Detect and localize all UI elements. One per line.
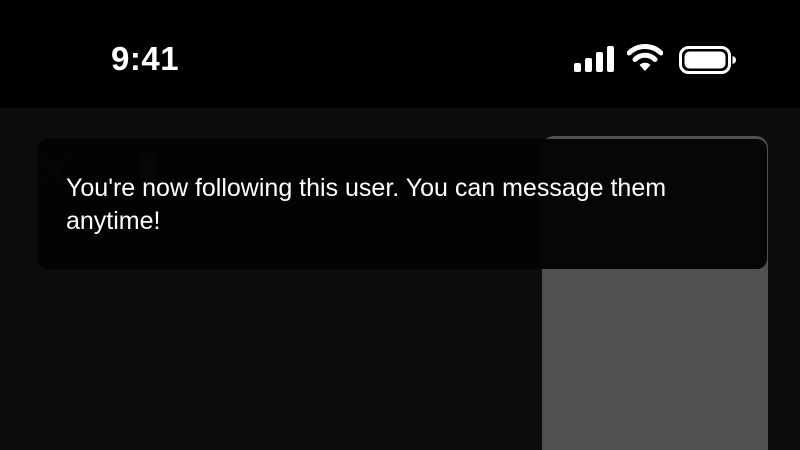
status-time: 9:41 xyxy=(111,40,180,77)
toast-notification: You're now following this user. You can … xyxy=(38,139,767,269)
toast-message: You're now following this user. You can … xyxy=(66,174,667,235)
screen: 9:41 You're now following this user. You… xyxy=(0,0,800,450)
signal-icon xyxy=(574,46,614,72)
wifi-icon xyxy=(627,44,663,71)
status-bar: 9:41 xyxy=(0,0,800,108)
battery-icon xyxy=(679,46,736,74)
